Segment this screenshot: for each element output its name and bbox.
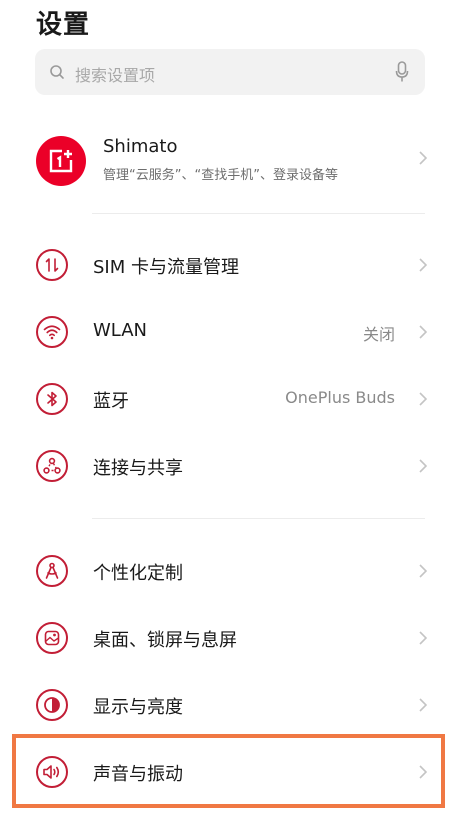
wallpaper-icon bbox=[36, 622, 68, 654]
wifi-icon bbox=[36, 316, 68, 348]
item-label: 蓝牙 bbox=[93, 391, 129, 412]
item-label: 显示与亮度 bbox=[93, 697, 183, 718]
settings-item-connection-share[interactable]: 连接与共享 bbox=[0, 436, 475, 496]
settings-item-wallpaper[interactable]: 桌面、锁屏与息屏 bbox=[0, 608, 475, 668]
personalization-icon bbox=[36, 555, 68, 587]
chevron-right-icon bbox=[419, 459, 427, 473]
display-brightness-icon bbox=[36, 689, 68, 721]
settings-item-display-brightness[interactable]: 显示与亮度 bbox=[0, 675, 475, 735]
connection-share-icon bbox=[36, 450, 68, 482]
search-placeholder: 搜索设置项 bbox=[75, 66, 156, 85]
sim-data-icon bbox=[36, 249, 68, 281]
settings-item-wlan[interactable]: WLAN 关闭 bbox=[0, 302, 475, 362]
search-icon bbox=[50, 65, 64, 79]
settings-item-personalization[interactable]: 个性化定制 bbox=[0, 541, 475, 601]
microphone-icon[interactable] bbox=[395, 61, 409, 83]
account-name: Shimato bbox=[103, 136, 178, 157]
account-subtitle: 管理“云服务”、“查找手机”、登录设备等 bbox=[103, 168, 338, 183]
chevron-right-icon bbox=[419, 392, 427, 406]
divider bbox=[92, 213, 425, 214]
chevron-right-icon bbox=[419, 698, 427, 712]
settings-item-bluetooth[interactable]: 蓝牙 OnePlus Buds bbox=[0, 369, 475, 429]
chevron-right-icon bbox=[419, 258, 427, 272]
chevron-right-icon bbox=[419, 631, 427, 645]
search-bar[interactable]: 搜索设置项 bbox=[35, 49, 425, 95]
item-label: WLAN bbox=[93, 320, 148, 341]
page-title: 设置 bbox=[36, 10, 91, 40]
account-row[interactable]: Shimato 管理“云服务”、“查找手机”、登录设备等 bbox=[0, 125, 475, 195]
chevron-right-icon bbox=[419, 151, 427, 165]
chevron-right-icon bbox=[419, 564, 427, 578]
item-label: 连接与共享 bbox=[93, 458, 183, 479]
highlight-box bbox=[12, 734, 445, 808]
item-label: 个性化定制 bbox=[93, 563, 183, 584]
item-value: 关闭 bbox=[362, 325, 395, 344]
divider bbox=[92, 518, 425, 519]
item-label: 桌面、锁屏与息屏 bbox=[93, 630, 237, 651]
oneplus-logo-icon bbox=[36, 136, 86, 186]
item-label: SIM 卡与流量管理 bbox=[93, 257, 239, 278]
item-value: OnePlus Buds bbox=[285, 388, 395, 407]
chevron-right-icon bbox=[419, 325, 427, 339]
settings-item-sim[interactable]: SIM 卡与流量管理 bbox=[0, 235, 475, 295]
bluetooth-icon bbox=[36, 383, 68, 415]
